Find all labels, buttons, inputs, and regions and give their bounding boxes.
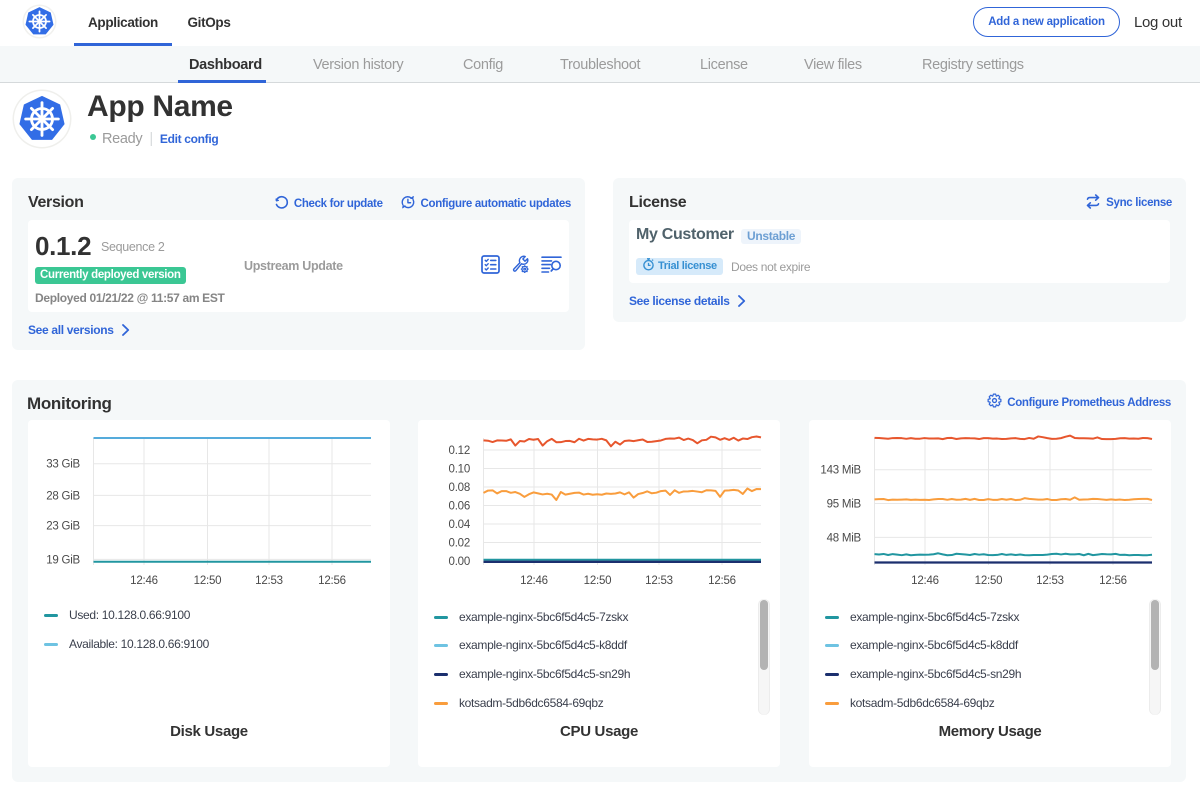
svg-text:12:56: 12:56 — [318, 575, 346, 587]
svg-text:23 GiB: 23 GiB — [46, 521, 80, 533]
svg-text:48 MiB: 48 MiB — [827, 532, 862, 544]
svg-text:12:53: 12:53 — [645, 575, 673, 587]
svg-text:0.08: 0.08 — [449, 482, 470, 494]
svg-text:0.10: 0.10 — [449, 464, 470, 476]
svg-text:12:46: 12:46 — [520, 575, 548, 587]
svg-text:12:46: 12:46 — [130, 575, 158, 587]
svg-text:28 GiB: 28 GiB — [46, 490, 80, 502]
svg-text:143 MiB: 143 MiB — [820, 465, 861, 477]
svg-text:0.04: 0.04 — [449, 519, 471, 531]
svg-text:12:46: 12:46 — [911, 575, 939, 587]
svg-text:0.00: 0.00 — [449, 556, 470, 568]
svg-text:12:50: 12:50 — [584, 575, 612, 587]
svg-text:19 GiB: 19 GiB — [46, 554, 80, 566]
svg-text:95 MiB: 95 MiB — [827, 499, 862, 511]
svg-text:0.06: 0.06 — [449, 501, 470, 513]
svg-text:12:53: 12:53 — [1036, 575, 1064, 587]
svg-text:0.12: 0.12 — [449, 445, 470, 457]
svg-text:33 GiB: 33 GiB — [46, 459, 80, 471]
svg-text:12:56: 12:56 — [708, 575, 736, 587]
svg-text:12:56: 12:56 — [1099, 575, 1127, 587]
svg-text:12:50: 12:50 — [194, 575, 222, 587]
svg-text:12:50: 12:50 — [975, 575, 1003, 587]
svg-text:0.02: 0.02 — [449, 538, 470, 550]
svg-text:12:53: 12:53 — [255, 575, 283, 587]
